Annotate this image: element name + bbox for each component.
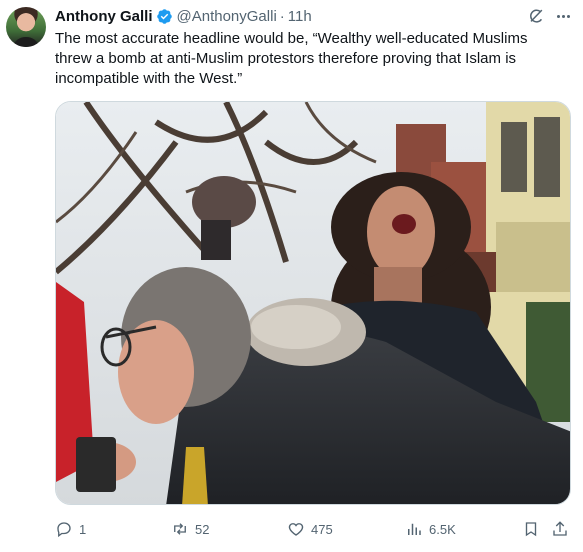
retweet-icon xyxy=(174,523,186,535)
grok-icon[interactable] xyxy=(526,6,546,26)
verified-badge-icon xyxy=(156,8,172,24)
views-button[interactable]: 6.5K xyxy=(405,518,456,540)
views-icon xyxy=(408,523,421,535)
reply-icon xyxy=(57,522,71,538)
avatar[interactable] xyxy=(6,7,46,47)
like-count: 475 xyxy=(311,521,333,537)
retweet-button[interactable]: 52 xyxy=(171,518,209,540)
author-handle[interactable]: @AnthonyGalli xyxy=(177,8,277,25)
photo-scene xyxy=(56,102,570,504)
share-button[interactable] xyxy=(551,518,569,540)
more-icon[interactable] xyxy=(553,6,573,26)
bookmark-icon xyxy=(525,522,537,537)
tweet-header: Anthony Galli @AnthonyGalli · 11h xyxy=(55,6,312,26)
views-count: 6.5K xyxy=(429,521,456,537)
bookmark-button[interactable] xyxy=(522,518,540,540)
retweet-count: 52 xyxy=(195,521,210,537)
author-name[interactable]: Anthony Galli xyxy=(55,8,153,25)
tweet-text: The most accurate headline would be, “We… xyxy=(55,30,528,87)
reply-button[interactable]: 1 xyxy=(55,518,86,540)
action-bar: 1 52 475 6.5K xyxy=(55,518,575,540)
tweet[interactable]: Anthony Galli @AnthonyGalli · 11h The mo… xyxy=(0,0,583,552)
like-button[interactable]: 475 xyxy=(287,518,333,540)
timestamp[interactable]: 11h xyxy=(288,8,312,25)
header-separator: · xyxy=(279,7,285,25)
reply-count: 1 xyxy=(79,521,87,537)
like-icon xyxy=(288,523,304,536)
tweet-photo[interactable] xyxy=(55,101,571,505)
share-icon xyxy=(553,521,567,536)
